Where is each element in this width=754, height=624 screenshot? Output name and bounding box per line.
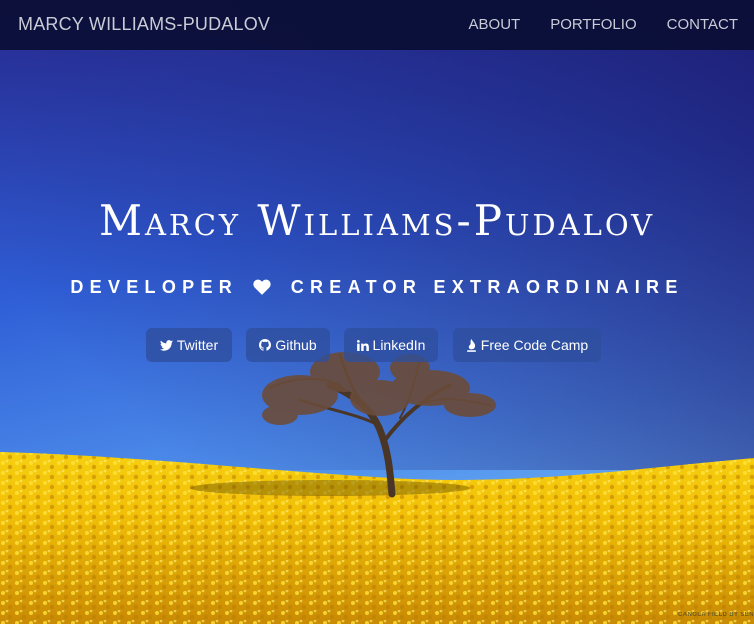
subtitle-creator: CREATOR EXTRAORDINAIRE — [290, 277, 684, 297]
linkedin-icon — [356, 339, 369, 351]
nav-link-contact[interactable]: CONTACT — [667, 16, 738, 33]
github-icon — [259, 339, 272, 351]
page: MARCY WILLIAMS-PUDALOV ABOUT PORTFOLIO C… — [0, 0, 754, 624]
twitter-button[interactable]: Twitter — [146, 328, 232, 362]
photo-credit: CANOLA FIELD BY SEN — [678, 612, 754, 618]
github-label: Github — [275, 337, 317, 353]
nav-link-about[interactable]: ABOUT — [469, 16, 521, 33]
twitter-label: Twitter — [176, 337, 219, 353]
hero-subtitle: DEVELOPER CREATOR EXTRAORDINAIRE — [0, 277, 754, 298]
hero-title: Marcy Williams-Pudalov — [98, 196, 656, 245]
navbar: MARCY WILLIAMS-PUDALOV ABOUT PORTFOLIO C… — [0, 0, 754, 50]
nav-links: ABOUT PORTFOLIO CONTACT — [469, 16, 738, 33]
free-code-camp-button[interactable]: Free Code Camp — [453, 328, 601, 362]
fire-icon — [466, 338, 477, 352]
linkedin-button[interactable]: LinkedIn — [344, 328, 438, 362]
free-code-camp-label: Free Code Camp — [480, 337, 589, 353]
github-button[interactable]: Github — [246, 328, 330, 362]
brand-link[interactable]: MARCY WILLIAMS-PUDALOV — [18, 14, 270, 35]
subtitle-developer: DEVELOPER — [70, 277, 239, 297]
linkedin-label: LinkedIn — [372, 337, 426, 353]
twitter-icon — [159, 339, 173, 351]
hero-background-image — [0, 0, 754, 624]
nav-link-portfolio[interactable]: PORTFOLIO — [550, 16, 636, 33]
heart-icon — [253, 277, 271, 298]
